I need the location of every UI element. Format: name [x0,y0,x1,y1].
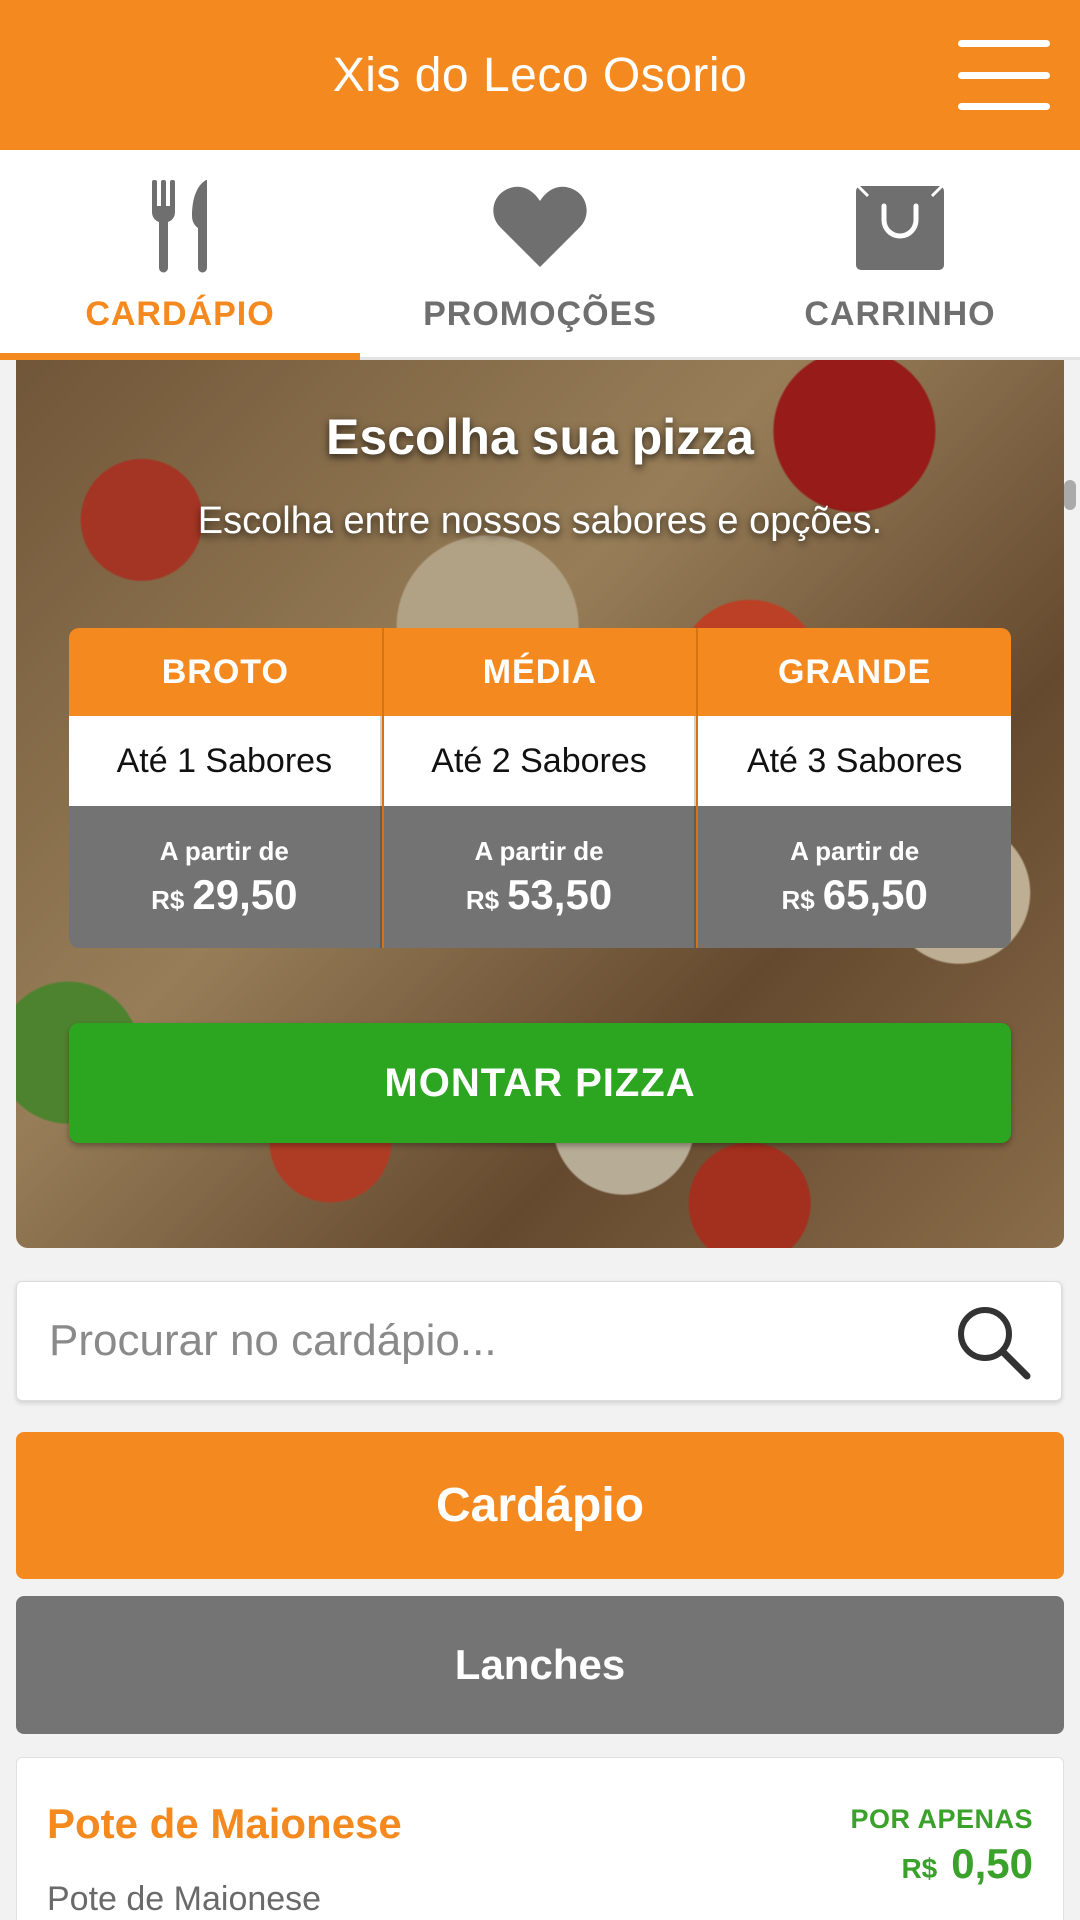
menu-line [958,71,1050,79]
size-name: GRANDE [698,628,1011,716]
tab-bar: CARDÁPIO PROMOÇÕES CARRINHO [0,150,1080,360]
size-flavors: Até 2 Sabores [383,716,697,806]
tab-cardapio[interactable]: CARDÁPIO [0,150,360,360]
price-from-label: A partir de [790,835,920,866]
price-value: R$ 53,50 [466,871,612,919]
shopping-bag-icon [852,178,948,274]
fork-knife-icon [132,178,228,274]
price-amount: 29,50 [192,870,298,918]
currency-symbol: R$ [151,884,185,915]
size-option-grande[interactable]: GRANDE Até 3 Sabores A partir de R$ 65,5… [698,628,1011,948]
tab-promocoes[interactable]: PROMOÇÕES [360,150,720,357]
price-from-label: A partir de [159,835,289,866]
hamburger-menu-icon[interactable] [958,40,1050,110]
hero-title: Escolha sua pizza [326,409,754,465]
price-value: R$ 65,50 [782,871,928,919]
size-option-media[interactable]: MÉDIA Até 2 Sabores A partir de R$ 53,50 [383,628,699,948]
size-option-broto[interactable]: BROTO Até 1 Sabores A partir de R$ 29,50 [69,628,384,948]
menu-search-box [16,1281,1062,1401]
price-amount: 65,50 [822,870,928,918]
size-flavors: Até 3 Sabores [698,716,1011,806]
search-input[interactable] [49,1316,929,1366]
tab-label: PROMOÇÕES [423,295,657,333]
price-amount: 53,50 [507,870,613,918]
currency-symbol: R$ [465,884,500,915]
app-title: Xis do Leco Osorio [332,48,748,102]
menu-line [958,103,1050,110]
size-price: A partir de R$ 65,50 [698,806,1011,948]
size-name: MÉDIA [383,628,697,716]
pizza-hero-banner: Escolha sua pizza Escolha entre nossos s… [16,360,1064,1248]
size-flavors: Até 1 Sabores [69,716,382,806]
price-from-label: A partir de [474,835,604,866]
pizza-size-table: BROTO Até 1 Sabores A partir de R$ 29,50… [69,628,1011,948]
currency-symbol: R$ [781,884,815,915]
tab-label: CARDÁPIO [85,295,275,333]
tab-label: CARRINHO [804,295,996,333]
scrollbar-thumb[interactable] [1064,480,1076,510]
tab-carrinho[interactable]: CARRINHO [720,150,1080,357]
size-price: A partir de R$ 53,50 [383,806,697,948]
heart-icon [492,178,588,274]
build-pizza-button[interactable]: MONTAR PIZZA [69,1023,1011,1143]
hero-subtitle: Escolha entre nossos sabores e opções. [197,500,883,542]
app-header: Xis do Leco Osorio [0,0,1080,150]
search-icon[interactable] [955,1304,1031,1380]
price-amount: 0,50 [951,1840,1033,1887]
size-name: BROTO [69,628,382,716]
currency-symbol: R$ [901,1853,938,1884]
category-header-cardapio[interactable]: Cardápio [16,1432,1064,1579]
product-price: R$ 0,50 [901,1840,1033,1888]
price-tag-label: POR APENAS [850,1804,1033,1834]
menu-line [958,40,1050,47]
product-name: Pote de Maionese [47,1800,402,1847]
product-card[interactable]: Pote de Maionese Pote de Maionese POR AP… [16,1757,1064,1920]
price-value: R$ 29,50 [151,871,297,919]
product-description: Pote de Maionese [47,1880,322,1918]
category-lanches[interactable]: Lanches [16,1596,1064,1734]
size-price: A partir de R$ 29,50 [69,806,382,948]
